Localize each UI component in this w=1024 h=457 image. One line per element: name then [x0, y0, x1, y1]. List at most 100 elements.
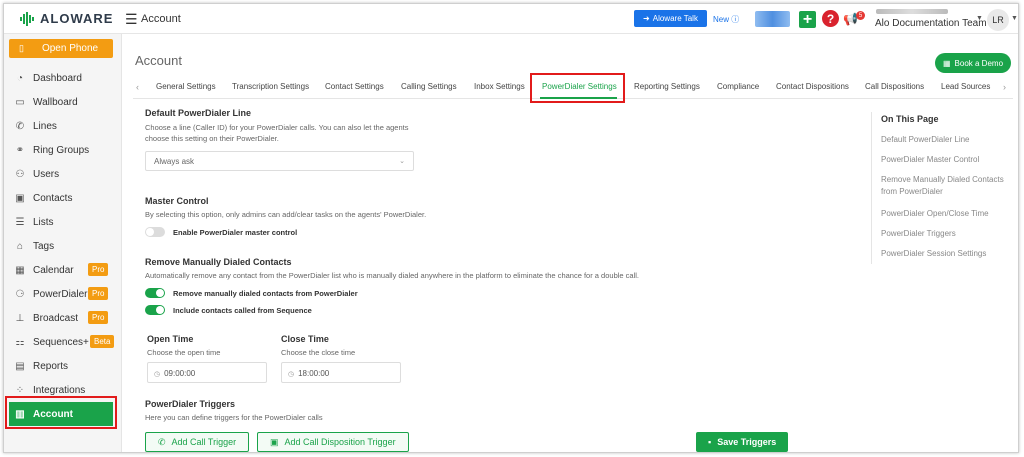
sidebar-item-label: PowerDialer	[33, 288, 88, 300]
users-icon: ⚇	[15, 168, 25, 180]
toc-item-remove-manual[interactable]: Remove Manually Dialed Contacts from Pow…	[881, 174, 1006, 198]
toc-item-master-control[interactable]: PowerDialer Master Control	[881, 154, 1006, 166]
sidebar-item-label: Contacts	[33, 192, 73, 204]
add-call-trigger-button[interactable]: ✆ Add Call Trigger	[145, 432, 250, 452]
tab-inbox-settings[interactable]: Inbox Settings	[474, 82, 525, 91]
sidebar-item-ring-groups[interactable]: ⚭ Ring Groups	[4, 138, 122, 162]
toc-item-default-line[interactable]: Default PowerDialer Line	[881, 134, 1006, 146]
sidebar-item-label: Calendar	[33, 264, 74, 276]
speedometer-icon: ◔	[16, 72, 24, 84]
master-control-title: Master Control	[145, 196, 209, 206]
add-disposition-trigger-button[interactable]: ▣ Add Call Disposition Trigger	[257, 432, 409, 452]
sequences-icon: ⚏	[15, 336, 25, 348]
top-bar: ALOWARE ☰ Account ➜ Aloware Talk New ⓘ +…	[4, 4, 1018, 34]
calendar-icon: ▦	[942, 58, 951, 68]
toc-item-open-close-time[interactable]: PowerDialer Open/Close Time	[881, 208, 1006, 220]
aloware-talk-button[interactable]: ➜ Aloware Talk	[634, 10, 707, 27]
brand-logo[interactable]: ALOWARE	[20, 11, 113, 26]
id-card-icon: ▣	[270, 436, 279, 447]
help-question-icon[interactable]: ?	[822, 10, 839, 27]
hamburger-menu-icon[interactable]: ☰	[125, 11, 138, 28]
sidebar-item-label: Reports	[33, 360, 69, 372]
add-disposition-trigger-label: Add Call Disposition Trigger	[284, 437, 396, 447]
default-line-selected: Always ask	[154, 157, 195, 166]
sidebar-item-reports[interactable]: ▤ Reports	[4, 354, 122, 378]
toc-item-session-settings[interactable]: PowerDialer Session Settings	[881, 248, 1006, 260]
tab-contact-dispositions[interactable]: Contact Dispositions	[776, 82, 849, 91]
beta-badge: Beta	[90, 335, 115, 348]
clock-icon: ◷	[288, 371, 295, 378]
team-name[interactable]: Alo Documentation Team	[875, 18, 987, 29]
tab-calling-settings[interactable]: Calling Settings	[401, 82, 457, 91]
chevron-left-icon[interactable]: ‹	[136, 82, 139, 92]
calendar-icon: ▦	[15, 264, 25, 276]
sidebar-item-contacts[interactable]: ▣ Contacts	[4, 186, 122, 210]
sidebar-item-label: Dashboard	[33, 72, 82, 84]
master-control-desc: By selecting this option, only admins ca…	[145, 210, 427, 219]
chevron-down-icon: ⌄	[399, 158, 405, 165]
master-control-toggle[interactable]	[145, 227, 165, 237]
sidebar: ▯ Open Phone ◔ Dashboard ▭ Wallboard ✆ L…	[4, 34, 122, 452]
tab-reporting-settings[interactable]: Reporting Settings	[634, 82, 700, 91]
add-plus-button[interactable]: +	[799, 11, 816, 28]
close-time-title: Close Time	[281, 334, 329, 344]
default-line-select[interactable]: Always ask ⌄	[145, 151, 414, 171]
sidebar-item-sequences[interactable]: ⚏ Sequences+ Beta	[4, 330, 122, 354]
redacted-status-button[interactable]	[755, 11, 790, 27]
sidebar-item-label: Ring Groups	[33, 144, 90, 156]
sidebar-item-label: Sequences+	[33, 336, 89, 348]
sidebar-item-calendar[interactable]: ▦ Calendar Pro	[4, 258, 122, 282]
sidebar-item-label: Tags	[33, 240, 55, 252]
sidebar-item-lines[interactable]: ✆ Lines	[4, 114, 122, 138]
avatar[interactable]: LR	[987, 9, 1009, 31]
sidebar-item-broadcast[interactable]: ⊥ Broadcast Pro	[4, 306, 122, 330]
sidebar-item-dashboard[interactable]: ◔ Dashboard	[4, 66, 122, 90]
remove-manual-desc: Automatically remove any contact from th…	[145, 271, 639, 280]
pro-badge: Pro	[88, 311, 109, 324]
phone-line-icon: ✆	[15, 120, 25, 132]
new-features-link[interactable]: New ⓘ	[713, 14, 739, 25]
pro-badge: Pro	[88, 263, 109, 276]
default-line-title: Default PowerDialer Line	[145, 108, 252, 118]
sidebar-item-label: Users	[33, 168, 60, 180]
tab-compliance[interactable]: Compliance	[717, 82, 759, 91]
chevron-down-icon[interactable]: ▼	[976, 15, 983, 22]
toc-item-triggers[interactable]: PowerDialer Triggers	[881, 228, 1006, 240]
sidebar-item-lists[interactable]: ☰ Lists	[4, 210, 122, 234]
monitor-icon: ▭	[15, 96, 25, 108]
app-window: ALOWARE ☰ Account ➜ Aloware Talk New ⓘ +…	[3, 3, 1019, 453]
remove-manual-toggle[interactable]	[145, 288, 165, 298]
sidebar-item-users[interactable]: ⚇ Users	[4, 162, 122, 186]
chevron-down-icon[interactable]: ▼	[1011, 15, 1018, 22]
save-triggers-button[interactable]: ▪ Save Triggers	[696, 432, 789, 452]
sidebar-item-wallboard[interactable]: ▭ Wallboard	[4, 90, 122, 114]
integrations-icon: ⁘	[15, 384, 25, 396]
book-demo-button[interactable]: ▦ Book a Demo	[935, 53, 1011, 73]
tab-contact-settings[interactable]: Contact Settings	[325, 82, 384, 91]
page-title: Account	[135, 53, 182, 68]
sidebar-item-tags[interactable]: ⌂ Tags	[4, 234, 122, 258]
highlight-box-powerdialer-tab	[530, 73, 625, 103]
include-sequence-toggle[interactable]	[145, 305, 165, 315]
open-time-input[interactable]: ◷ 09:00:00	[147, 362, 267, 383]
sidebar-item-label: Lines	[33, 120, 57, 132]
contact-card-icon: ▣	[15, 192, 25, 204]
close-time-input[interactable]: ◷ 18:00:00	[281, 362, 401, 383]
triggers-desc: Here you can define triggers for the Pow…	[145, 413, 323, 422]
tab-call-dispositions[interactable]: Call Dispositions	[865, 82, 924, 91]
pro-badge: Pro	[88, 287, 109, 300]
tab-general-settings[interactable]: General Settings	[156, 82, 216, 91]
chevron-right-icon[interactable]: ›	[1003, 82, 1006, 92]
remove-manual-toggle-label: Remove manually dialed contacts from Pow…	[173, 289, 358, 298]
save-disk-icon: ▪	[708, 437, 712, 447]
list-icon: ☰	[15, 216, 25, 228]
waveform-logo-icon	[20, 11, 34, 26]
tab-lead-sources[interactable]: Lead Sources	[941, 82, 990, 91]
topbar-title: Account	[141, 13, 181, 25]
toc-title: On This Page	[881, 114, 939, 124]
sidebar-item-powerdialer[interactable]: ⚆ PowerDialer Pro	[4, 282, 122, 306]
tab-transcription-settings[interactable]: Transcription Settings	[232, 82, 309, 91]
sidebar-item-label: Broadcast	[33, 312, 79, 324]
open-time-value: 09:00:00	[164, 369, 196, 378]
open-phone-button[interactable]: ▯ Open Phone	[9, 39, 113, 58]
